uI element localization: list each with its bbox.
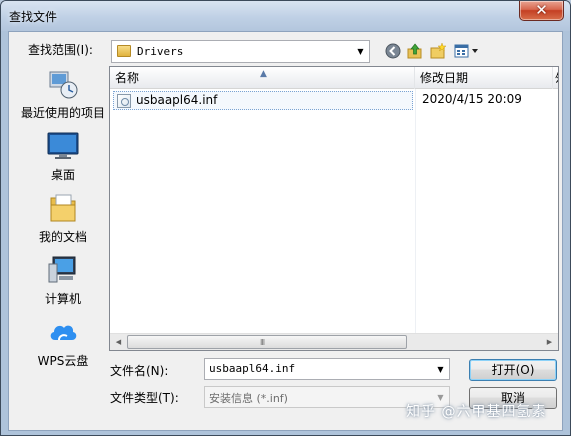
place-label: 桌面 — [50, 168, 75, 182]
place-label: 我的文档 — [38, 230, 87, 244]
file-name-cell[interactable]: usbaapl64.inf — [113, 91, 413, 110]
cloud-icon — [47, 316, 79, 348]
place-label: 最近使用的项目 — [20, 106, 105, 120]
watermark-text: 知乎 @六甲基四氢素 — [406, 404, 547, 420]
filename-value: usbaapl64.inf — [209, 362, 296, 375]
back-icon[interactable] — [384, 42, 402, 60]
close-icon: ✕ — [535, 1, 548, 19]
place-recent-items[interactable]: 最近使用的项目 — [17, 68, 109, 121]
filename-label: 文件名(N): — [110, 364, 169, 378]
window-title: 查找文件 — [9, 10, 58, 24]
file-list[interactable]: 名称 ▲ 修改日期 ﾀ usbaapl64.inf 2020/4/15 20:0… — [109, 66, 559, 351]
recent-items-icon — [47, 68, 79, 100]
column-header-modified[interactable]: 修改日期 — [415, 67, 553, 89]
place-computer[interactable]: 计算机 — [17, 254, 109, 307]
chevron-down-icon[interactable]: ▼ — [352, 41, 369, 62]
filename-input[interactable]: usbaapl64.inf ▼ — [204, 358, 450, 380]
place-label: 计算机 — [44, 292, 81, 306]
file-dialog-window: 查找文件 ✕ 查找范围(I): Drivers ▼ 最近使用的项目 桌面 我的文… — [0, 0, 571, 436]
new-folder-icon[interactable] — [429, 42, 447, 60]
place-documents[interactable]: 我的文档 — [17, 192, 109, 245]
column-divider — [415, 89, 416, 350]
lookin-combo[interactable]: Drivers ▼ — [111, 40, 370, 63]
table-row[interactable]: usbaapl64.inf 2020/4/15 20:09 — [113, 91, 558, 110]
column-header-name[interactable]: 名称 ▲ — [110, 67, 415, 89]
lookin-value: Drivers — [137, 45, 184, 58]
place-wps-cloud[interactable]: WPS云盘 — [17, 316, 109, 369]
close-button[interactable]: ✕ — [519, 1, 564, 21]
up-folder-icon[interactable] — [406, 42, 424, 60]
view-menu-icon[interactable] — [453, 42, 481, 60]
documents-icon — [47, 192, 79, 224]
lookin-label: 查找范围(I): — [28, 43, 93, 57]
folder-icon — [117, 45, 131, 57]
places-bar: 最近使用的项目 桌面 我的文档 计算机 WPS云盘 — [17, 66, 109, 368]
filetype-label: 文件类型(T): — [110, 391, 179, 405]
scroll-right-icon[interactable]: ▶ — [541, 334, 558, 350]
computer-icon — [47, 254, 79, 286]
scroll-left-icon[interactable]: ◀ — [110, 334, 127, 350]
scroll-thumb[interactable]: III — [127, 335, 407, 349]
dialog-client: 查找范围(I): Drivers ▼ 最近使用的项目 桌面 我的文档 计算机 W… — [8, 31, 563, 431]
open-button[interactable]: 打开(O) — [469, 359, 557, 381]
file-name: usbaapl64.inf — [136, 93, 218, 107]
title-bar[interactable]: 查找文件 ✕ — [1, 1, 570, 31]
desktop-icon — [47, 130, 79, 162]
file-modified: 2020/4/15 20:09 — [422, 92, 522, 106]
scroll-grip: III — [260, 338, 265, 347]
chevron-down-icon[interactable]: ▼ — [432, 359, 449, 379]
filetype-value: 安装信息 (*.inf) — [209, 392, 288, 405]
sort-ascending-icon: ▲ — [260, 69, 267, 79]
inf-file-icon — [117, 94, 131, 108]
place-label: WPS云盘 — [37, 354, 89, 368]
horizontal-scrollbar[interactable]: ◀ III ▶ — [110, 333, 558, 350]
column-headers: 名称 ▲ 修改日期 ﾀ — [110, 67, 558, 89]
column-header-type[interactable]: ﾀ — [553, 67, 558, 89]
place-desktop[interactable]: 桌面 — [17, 130, 109, 183]
